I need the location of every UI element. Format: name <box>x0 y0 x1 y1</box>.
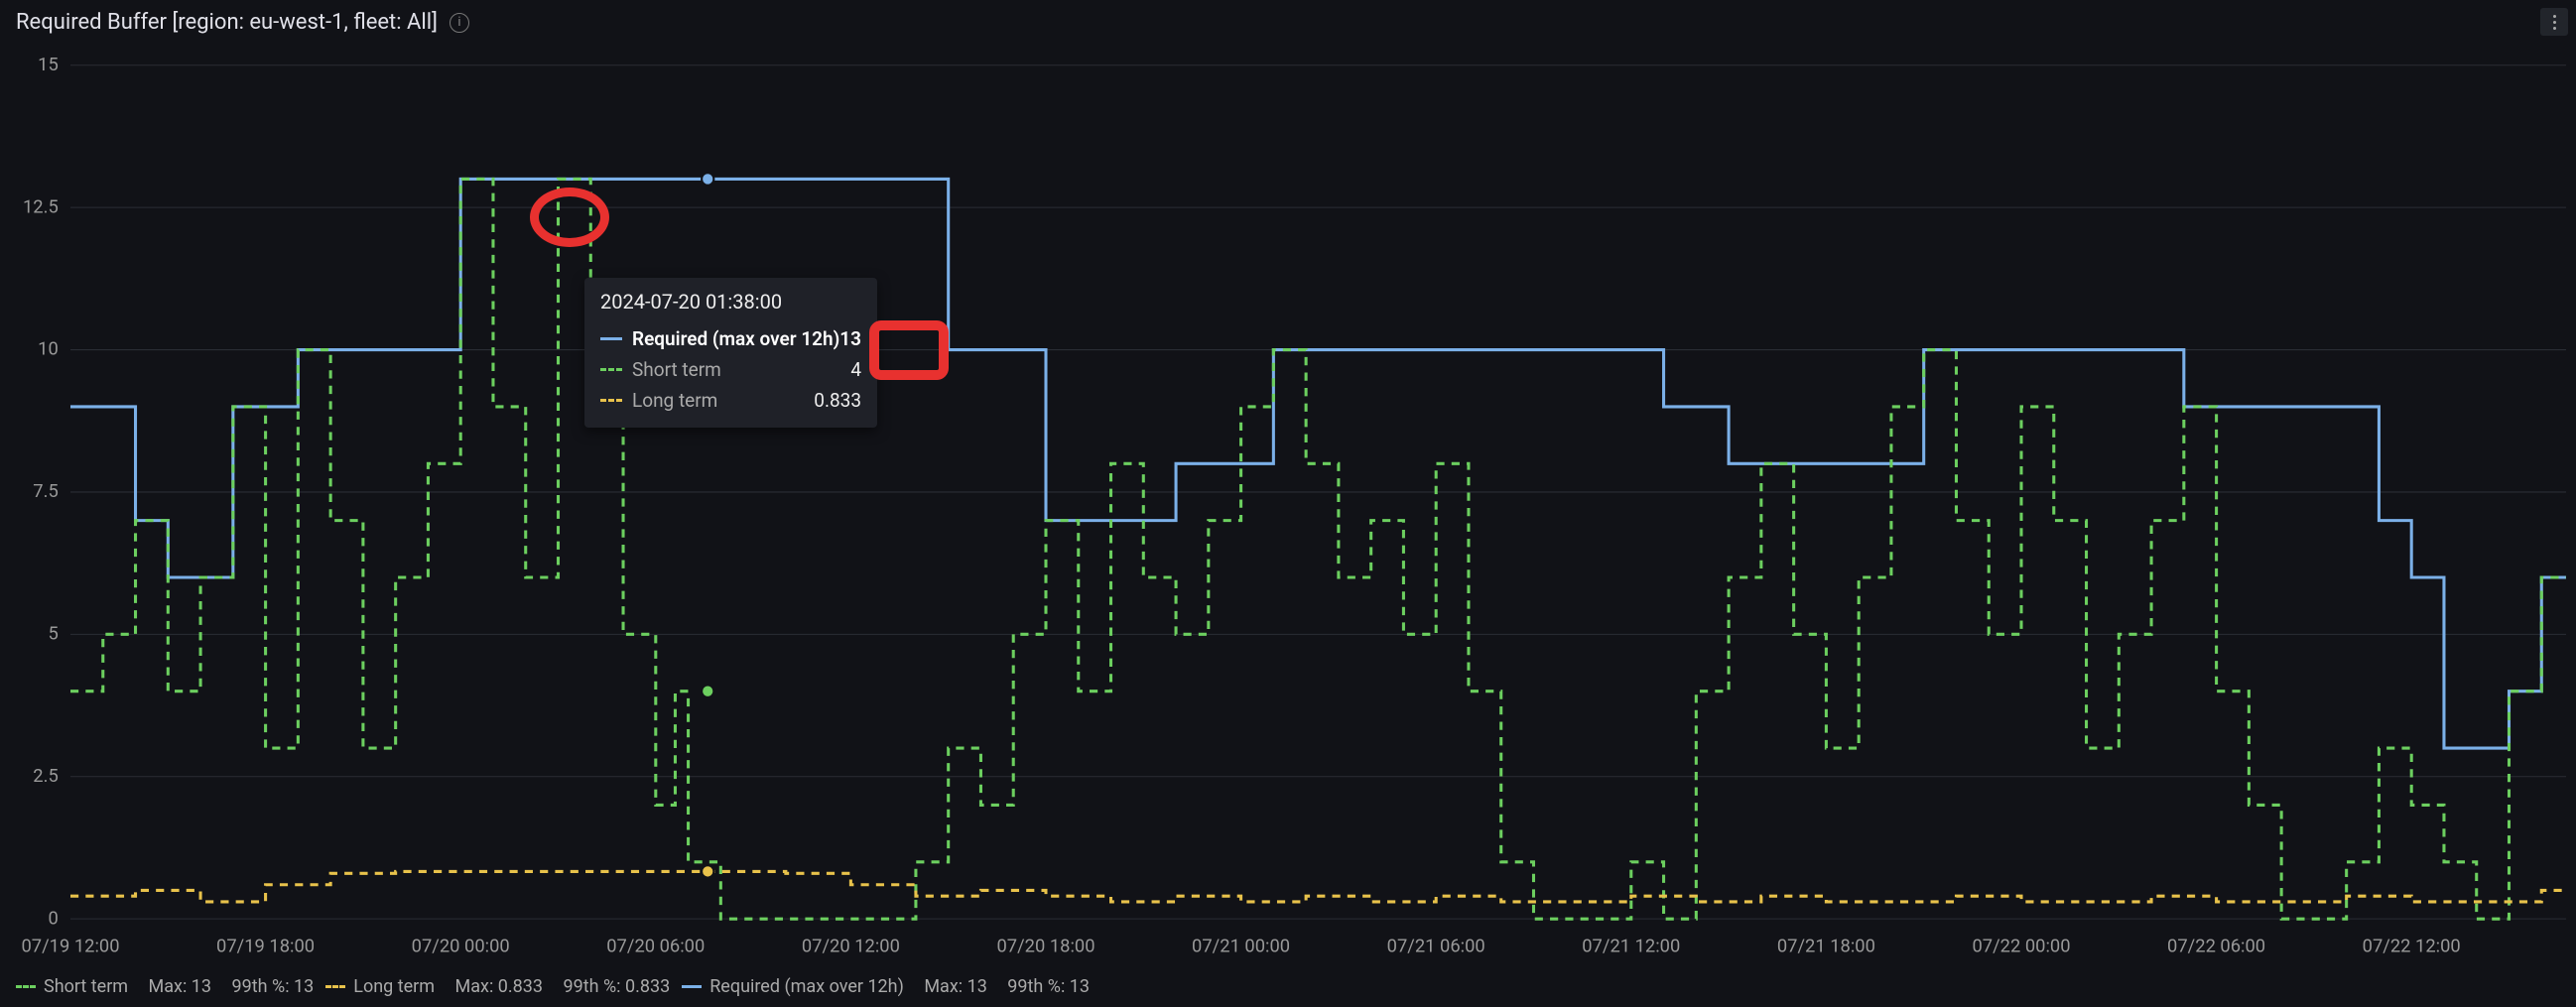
line-chart[interactable]: 0 2.5 5 7.5 10 12.5 15 07/19 12:00 07/19 18:00 07… <box>20 45 2566 970</box>
svg-text:07/20 12:00: 07/20 12:00 <box>802 935 900 956</box>
tooltip-series-label: Required (max over 12h) <box>632 327 839 350</box>
legend-item[interactable]: Required (max over 12h) Max: 13 99th %: … <box>682 976 1090 997</box>
tooltip-timestamp: 2024-07-20 01:38:00 <box>600 290 861 314</box>
svg-text:07/21 18:00: 07/21 18:00 <box>1777 935 1875 956</box>
svg-text:07/21 00:00: 07/21 00:00 <box>1192 935 1290 956</box>
svg-text:07/22 00:00: 07/22 00:00 <box>1972 935 2070 956</box>
svg-text:07/20 00:00: 07/20 00:00 <box>412 935 510 956</box>
chart-panel: Required Buffer [region: eu-west-1, flee… <box>0 0 2576 1007</box>
tooltip-series-value: 13 <box>839 327 861 350</box>
panel-menu-button[interactable] <box>2540 8 2568 36</box>
legend-stat: 99th %: 0.833 <box>563 976 670 997</box>
legend-stat: Max: 13 <box>924 976 987 997</box>
tooltip-row-long: Long term 0.833 <box>600 385 861 416</box>
annotation-box <box>869 320 949 380</box>
legend-stat: 99th %: 13 <box>1007 976 1090 997</box>
svg-text:07/21 12:00: 07/21 12:00 <box>1582 935 1680 956</box>
tooltip-series-value: 0.833 <box>814 389 861 412</box>
panel-title: Required Buffer [region: eu-west-1, flee… <box>16 10 438 35</box>
tooltip-row-short: Short term 4 <box>600 354 861 385</box>
svg-text:07/19 12:00: 07/19 12:00 <box>21 935 119 956</box>
chart-legend: Short term Max: 13 99th %: 13 Long term M… <box>0 970 2576 1007</box>
svg-text:07/21 06:00: 07/21 06:00 <box>1387 935 1485 956</box>
legend-stat: Max: 13 <box>149 976 212 997</box>
svg-text:15: 15 <box>38 54 59 75</box>
chart-tooltip: 2024-07-20 01:38:00 Required (max over 1… <box>584 278 877 428</box>
svg-text:2.5: 2.5 <box>33 765 58 787</box>
svg-text:07/22 12:00: 07/22 12:00 <box>2363 935 2461 956</box>
tooltip-series-value: 4 <box>850 358 861 381</box>
legend-series-name: Required (max over 12h) <box>709 976 904 997</box>
chart-area[interactable]: 0 2.5 5 7.5 10 12.5 15 07/19 12:00 07/19 18:00 07… <box>0 45 2576 970</box>
svg-text:5: 5 <box>48 622 58 644</box>
svg-text:7.5: 7.5 <box>33 480 58 502</box>
svg-text:07/20 06:00: 07/20 06:00 <box>606 935 705 956</box>
svg-text:12.5: 12.5 <box>23 195 59 217</box>
legend-item[interactable]: Short term Max: 13 99th %: 13 <box>16 976 314 997</box>
annotation-circle <box>530 188 609 247</box>
tooltip-series-label: Short term <box>632 358 721 381</box>
legend-stat: 99th %: 13 <box>232 976 315 997</box>
svg-text:0: 0 <box>48 907 58 929</box>
svg-text:10: 10 <box>38 338 59 360</box>
legend-series-name: Long term <box>353 976 435 997</box>
legend-item[interactable]: Long term Max: 0.833 99th %: 0.833 <box>325 976 670 997</box>
legend-stat: Max: 0.833 <box>455 976 543 997</box>
tooltip-row-required: Required (max over 12h)13 <box>600 323 861 354</box>
panel-header: Required Buffer [region: eu-west-1, flee… <box>0 0 2576 45</box>
svg-text:07/20 18:00: 07/20 18:00 <box>996 935 1095 956</box>
info-icon[interactable]: i <box>450 13 469 33</box>
svg-text:07/19 18:00: 07/19 18:00 <box>216 935 315 956</box>
tooltip-series-label: Long term <box>632 389 717 412</box>
svg-text:07/22 06:00: 07/22 06:00 <box>2167 935 2265 956</box>
legend-series-name: Short term <box>44 976 128 997</box>
